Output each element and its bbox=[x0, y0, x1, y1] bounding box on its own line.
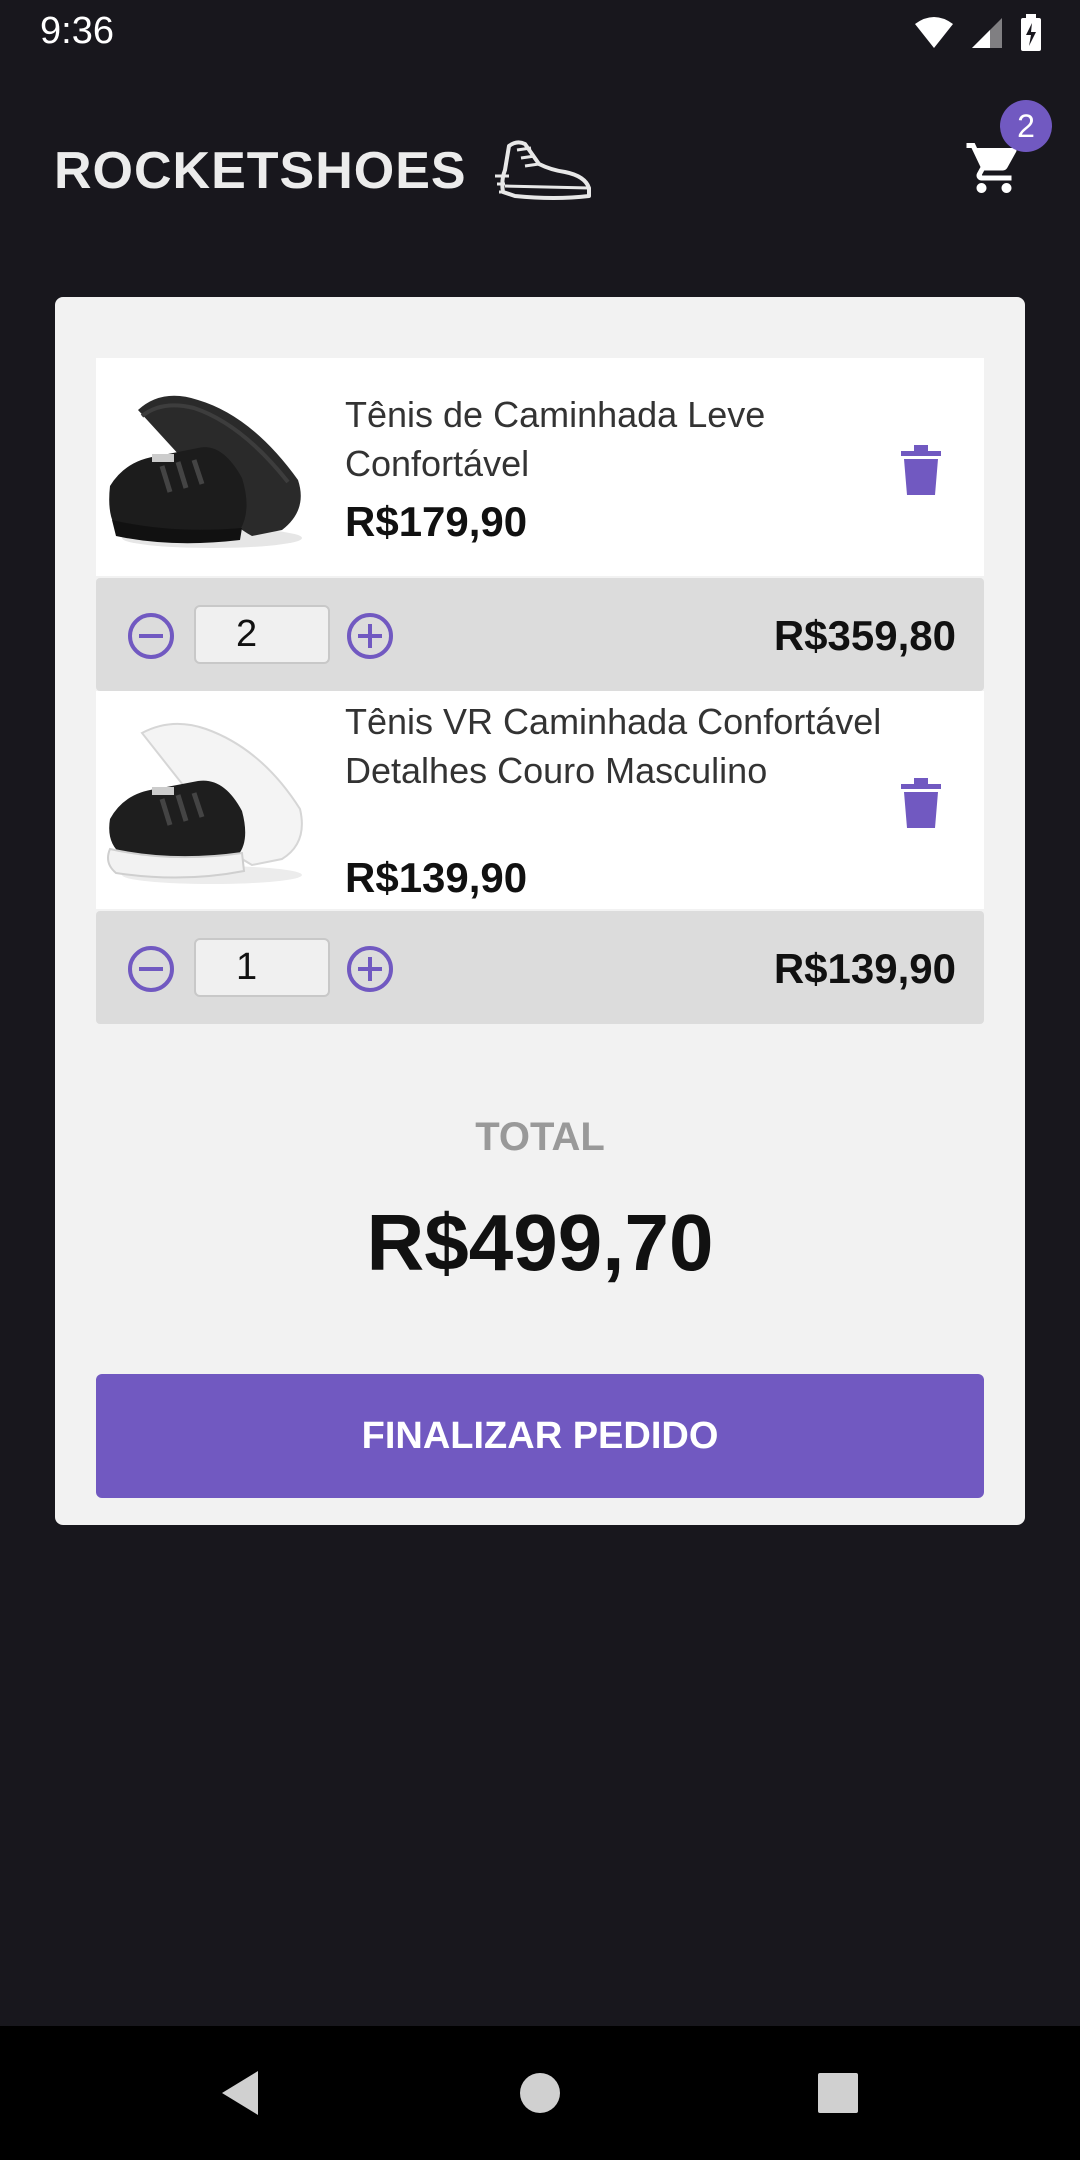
recents-icon[interactable] bbox=[808, 2063, 868, 2123]
logo-text: ROCKETSHOES bbox=[54, 142, 467, 200]
delete-trash-icon[interactable] bbox=[901, 778, 941, 830]
logo[interactable]: ROCKETSHOES bbox=[54, 136, 595, 206]
status-bar: 9:36 bbox=[0, 0, 1080, 66]
home-icon[interactable] bbox=[510, 2063, 570, 2123]
total-label: TOTAL bbox=[475, 1115, 605, 1159]
increase-quantity-icon[interactable] bbox=[346, 945, 394, 993]
status-icons bbox=[914, 14, 1042, 52]
shoe-black-white-sole-image bbox=[107, 722, 303, 884]
quantity-bar: 2 R$359,80 bbox=[96, 578, 984, 691]
back-icon[interactable] bbox=[210, 2063, 270, 2123]
item-subtotal: R$359,80 bbox=[773, 612, 956, 659]
system-nav-bar bbox=[0, 2026, 1080, 2160]
quantity-bar: 1 R$139,90 bbox=[96, 911, 984, 1024]
app-header: ROCKETSHOES 2 bbox=[0, 100, 1080, 230]
checkout-button[interactable]: FINALIZAR PEDIDO bbox=[96, 1374, 984, 1498]
decrease-quantity-icon[interactable] bbox=[127, 945, 175, 993]
product-price: R$179,90 bbox=[345, 498, 528, 545]
cart-item: Tênis de Caminhada Leve Confortável R$17… bbox=[96, 358, 984, 576]
product-price: R$139,90 bbox=[345, 854, 528, 901]
delete-trash-icon[interactable] bbox=[901, 445, 941, 497]
product-title: Tênis VR Caminhada Confortável Detalhes … bbox=[345, 701, 882, 791]
battery-charging-icon bbox=[1021, 14, 1041, 51]
total-value: R$499,70 bbox=[366, 1198, 714, 1287]
cart-button[interactable]: 2 bbox=[962, 100, 1052, 210]
shoe-black-image bbox=[109, 395, 302, 548]
cart-screen: 9:36 ROCKETSHOES 2 Tênis de Caminhada Le… bbox=[0, 0, 1080, 2160]
cart-count-badge: 2 bbox=[1000, 100, 1052, 152]
cart-card: Tênis de Caminhada Leve Confortável R$17… bbox=[55, 297, 1025, 1525]
quantity-input[interactable]: 1 bbox=[194, 938, 330, 997]
sneaker-logo-icon bbox=[494, 140, 591, 200]
status-time: 9:36 bbox=[40, 10, 114, 52]
quantity-input[interactable]: 2 bbox=[194, 605, 330, 664]
cart-item: Tênis VR Caminhada Confortável Detalhes … bbox=[96, 691, 984, 909]
wifi-icon bbox=[915, 17, 953, 48]
product-title: Tênis de Caminhada Leve Confortável bbox=[345, 394, 766, 484]
decrease-quantity-icon[interactable] bbox=[127, 612, 175, 660]
cell-signal-icon bbox=[972, 18, 1002, 48]
increase-quantity-icon[interactable] bbox=[346, 612, 394, 660]
item-subtotal: R$139,90 bbox=[773, 945, 956, 992]
